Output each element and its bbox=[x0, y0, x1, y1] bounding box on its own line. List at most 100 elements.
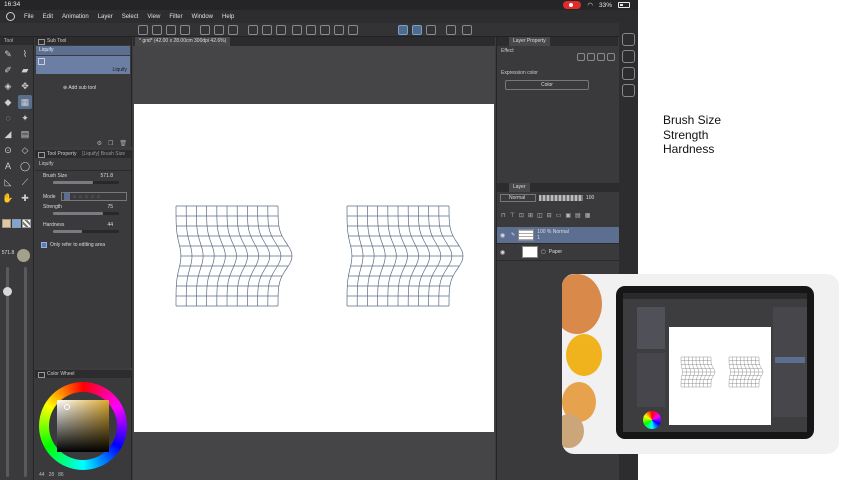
lock-transparent-icon[interactable]: ⊞ bbox=[528, 212, 533, 219]
hardness-property[interactable]: Hardness 44 bbox=[39, 222, 127, 238]
menu-help[interactable]: Help bbox=[222, 14, 234, 20]
balloon-tool-icon[interactable]: ◯ bbox=[18, 159, 32, 173]
sub-color-swatch[interactable] bbox=[12, 219, 21, 228]
deselect-icon[interactable] bbox=[306, 25, 316, 35]
companion-mode-icon[interactable] bbox=[446, 25, 456, 35]
bucket-tool-icon[interactable]: ◢ bbox=[1, 127, 15, 141]
strength-property[interactable]: Strength 75 bbox=[39, 204, 127, 220]
mode-shrink-icon[interactable]: ◌ bbox=[79, 194, 82, 200]
hardness-bar[interactable] bbox=[53, 230, 119, 233]
main-color-swatch[interactable] bbox=[2, 219, 11, 228]
color-cursor[interactable] bbox=[64, 404, 70, 410]
mask-icon[interactable]: ◫ bbox=[537, 212, 543, 219]
effect-color-icon[interactable] bbox=[607, 53, 615, 61]
gallery-icon[interactable] bbox=[462, 25, 472, 35]
delete-layer-icon[interactable]: ▦ bbox=[585, 212, 591, 219]
material-icon[interactable] bbox=[622, 67, 635, 80]
color-picker-icon[interactable]: ✚ bbox=[18, 191, 32, 205]
refer-editing-area-checkbox[interactable] bbox=[41, 242, 47, 248]
liquify-mode-selector[interactable]: ◌ ◌ ◌ ◌ ◌ bbox=[61, 192, 127, 201]
brush-size-slider[interactable] bbox=[3, 267, 12, 477]
menu-layer[interactable]: Layer bbox=[98, 14, 113, 20]
strength-bar[interactable] bbox=[53, 212, 119, 215]
sub-tool-group-tab[interactable]: Liquify bbox=[36, 46, 130, 55]
subtool-settings-icon[interactable]: ⚙ bbox=[97, 140, 102, 147]
crop-icon[interactable] bbox=[348, 25, 358, 35]
redo-icon[interactable] bbox=[262, 25, 272, 35]
undo-icon[interactable] bbox=[248, 25, 258, 35]
layer-edit-icon[interactable]: ✎ bbox=[511, 232, 515, 238]
layer-opacity-slider[interactable] bbox=[539, 194, 583, 201]
mode-twist-ccw-icon[interactable]: ◌ bbox=[97, 194, 100, 200]
new-vector-layer-icon[interactable]: ▣ bbox=[565, 212, 571, 219]
snap-ruler-icon[interactable] bbox=[398, 25, 408, 35]
effect-extract-icon[interactable] bbox=[597, 53, 605, 61]
sub-tool-item-liquify[interactable]: Liquify bbox=[36, 56, 130, 74]
sub-view-icon[interactable] bbox=[622, 50, 635, 63]
layer-opacity-value[interactable]: 100 bbox=[586, 195, 594, 201]
refer-editing-area-option[interactable]: Only refer to editing area bbox=[41, 242, 125, 248]
share-icon[interactable] bbox=[228, 25, 238, 35]
layer-search-icon[interactable] bbox=[622, 84, 635, 97]
save-icon[interactable] bbox=[166, 25, 176, 35]
move-tool-icon[interactable]: ✥ bbox=[18, 79, 32, 93]
mode-twist-cw-icon[interactable]: ◌ bbox=[91, 194, 94, 200]
eyedropper-tool-icon[interactable]: ⌇ bbox=[18, 47, 32, 61]
gradient-tool-icon[interactable]: ▤ bbox=[18, 127, 32, 141]
figure-tool-icon[interactable]: ◺ bbox=[1, 175, 15, 189]
effect-border-icon[interactable] bbox=[577, 53, 585, 61]
canvas-area[interactable] bbox=[133, 46, 495, 480]
menu-file[interactable]: File bbox=[24, 14, 34, 20]
layer-visibility-icon[interactable]: ◉ bbox=[500, 232, 508, 239]
brush-size-slider-knob[interactable] bbox=[3, 287, 12, 296]
open-file-icon[interactable] bbox=[152, 25, 162, 35]
brush-size-property[interactable]: Brush Size 571.8 bbox=[39, 173, 127, 189]
operation-tool-icon[interactable]: ◇ bbox=[18, 143, 32, 157]
opacity-slider[interactable] bbox=[24, 267, 27, 477]
quick-access-icon[interactable] bbox=[200, 25, 210, 35]
expression-color-select[interactable]: Color bbox=[505, 80, 589, 90]
strength-value[interactable]: 75 bbox=[107, 204, 113, 210]
fill-tool-icon[interactable]: ◈ bbox=[1, 79, 15, 93]
zoom-tool-icon[interactable]: ⊙ bbox=[1, 143, 15, 157]
ruler-link-icon[interactable]: ⊟ bbox=[547, 212, 552, 219]
add-sub-tool-button[interactable]: ⊕ Add sub tool bbox=[63, 85, 96, 91]
eraser-tool-icon[interactable]: ▰ bbox=[18, 63, 32, 77]
subtool-delete-icon[interactable]: 🗑 bbox=[119, 140, 127, 147]
text-tool-icon[interactable]: A bbox=[1, 159, 15, 173]
new-folder-icon[interactable]: ▤ bbox=[575, 212, 581, 219]
menu-edit[interactable]: Edit bbox=[43, 14, 53, 20]
snap-grid-icon[interactable] bbox=[426, 25, 436, 35]
layer-property-tab[interactable]: Layer Property bbox=[509, 37, 550, 46]
auto-select-icon[interactable]: ✦ bbox=[18, 111, 32, 125]
saturation-value[interactable]: 28 bbox=[49, 472, 55, 478]
brush-tool-icon[interactable]: ✐ bbox=[1, 63, 15, 77]
layer-visibility-icon[interactable]: ◉ bbox=[500, 249, 508, 256]
layer-row[interactable]: ◉ ✎ 100 % Normal 1 bbox=[497, 227, 619, 244]
layer-row[interactable]: ◉ ▢ Paper bbox=[497, 244, 619, 261]
hue-ring[interactable] bbox=[39, 382, 127, 470]
brightness-value[interactable]: 86 bbox=[58, 472, 64, 478]
clip-layer-icon[interactable]: ⊓ bbox=[501, 212, 506, 219]
snap-special-ruler-icon[interactable] bbox=[412, 25, 422, 35]
new-file-icon[interactable] bbox=[138, 25, 148, 35]
mode-expand-icon[interactable]: ◌ bbox=[73, 194, 76, 200]
document-tab[interactable]: * grid* (42.00 x 28.00cm 300dpi 42.6%) bbox=[135, 37, 231, 46]
subtool-duplicate-icon[interactable]: ❐ bbox=[108, 140, 113, 147]
blend-tool-icon[interactable]: ◆ bbox=[1, 95, 15, 109]
canvas-paper[interactable] bbox=[134, 104, 494, 432]
menu-window[interactable]: Window bbox=[192, 14, 213, 20]
hardness-value[interactable]: 44 bbox=[107, 222, 113, 228]
invert-selection-icon[interactable] bbox=[320, 25, 330, 35]
pen-tool-icon[interactable]: ✎ bbox=[1, 47, 15, 61]
hand-tool-icon[interactable]: ✋ bbox=[1, 191, 15, 205]
mode-pinch-icon[interactable]: ◌ bbox=[85, 194, 88, 200]
select-all-icon[interactable] bbox=[292, 25, 302, 35]
ruler-tool-icon[interactable]: ⟋ bbox=[18, 175, 32, 189]
lasso-tool-icon[interactable]: ◌ bbox=[1, 111, 15, 125]
layer-tab[interactable]: Layer bbox=[509, 183, 530, 192]
transparent-color-swatch[interactable] bbox=[22, 219, 31, 228]
brush-size-value[interactable]: 571.8 bbox=[100, 173, 113, 179]
blend-mode-select[interactable]: Normal bbox=[500, 193, 536, 202]
navigator-icon[interactable] bbox=[622, 33, 635, 46]
